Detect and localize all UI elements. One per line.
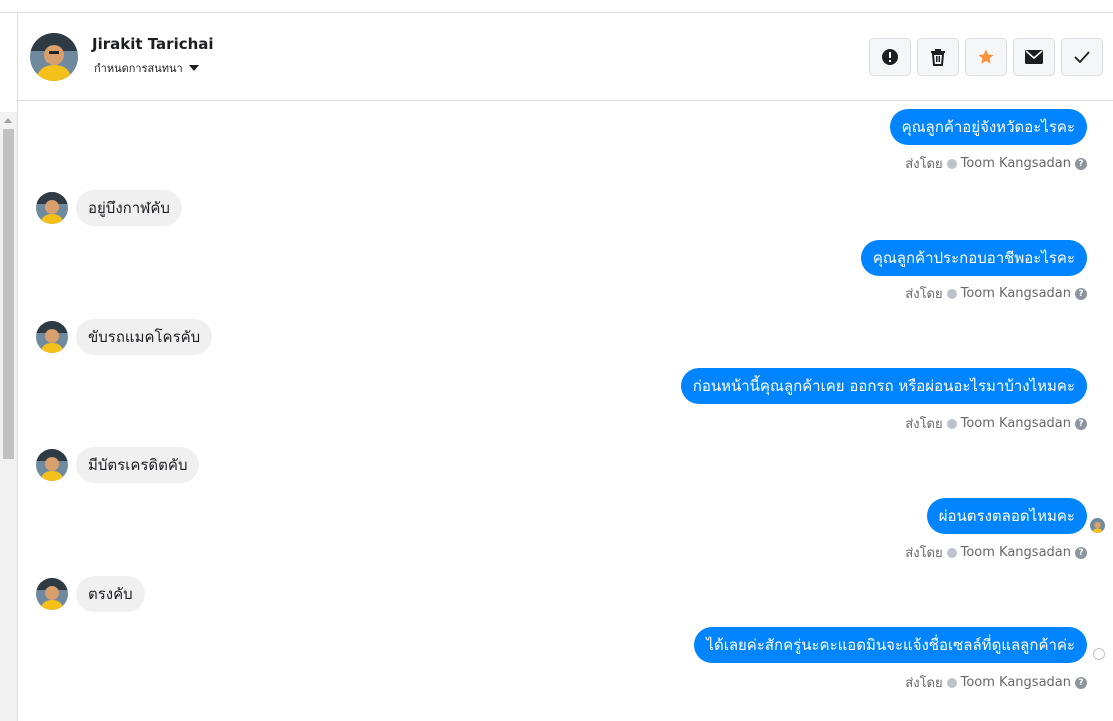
sent-by-meta: ส่งโดย Toom Kangsadan ? (905, 413, 1087, 434)
conversation-panel: Jirakit Tarichai กำหนดการสนทนา คุณลูกค้า… (0, 0, 1113, 721)
verified-icon (946, 418, 957, 429)
done-button[interactable] (1061, 38, 1103, 76)
caret-down-icon (188, 65, 199, 71)
contact-avatar-small (36, 449, 68, 481)
sent-by-meta: ส่งโดย Toom Kangsadan ? (905, 672, 1087, 693)
delete-button[interactable] (917, 38, 959, 76)
contact-avatar[interactable] (30, 33, 78, 81)
help-icon[interactable]: ? (1075, 157, 1087, 170)
sent-by-meta: ส่งโดย Toom Kangsadan ? (905, 542, 1087, 563)
verified-icon (946, 547, 957, 558)
exclamation-circle-icon (882, 49, 898, 65)
agent-name: Toom Kangsadan (960, 156, 1071, 171)
sent-status-icon (1093, 648, 1105, 660)
contact-avatar-small (36, 321, 68, 353)
assign-conversation-dropdown[interactable]: กำหนดการสนทนา (94, 59, 199, 77)
toolbar (869, 38, 1103, 76)
outgoing-message[interactable]: คุณลูกค้าอยู่จังหวัดอะไรคะ (889, 109, 1087, 145)
contact-avatar-small (36, 192, 68, 224)
incoming-message-row: ขับรถแมคโครคับ (36, 319, 213, 355)
sent-by-label: ส่งโดย (905, 676, 943, 691)
agent-name: Toom Kangsadan (960, 286, 1071, 301)
incoming-message-row: อยู่บึงกาฬคับ (36, 190, 182, 226)
scroll-thumb[interactable] (3, 129, 14, 459)
incoming-message-row: มีบัตรเครดิตคับ (36, 447, 200, 483)
agent-name: Toom Kangsadan (960, 416, 1071, 431)
agent-name: Toom Kangsadan (960, 545, 1071, 560)
trash-icon (931, 49, 945, 66)
sent-by-label: ส่งโดย (905, 287, 943, 302)
checkmark-icon (1074, 51, 1090, 63)
verified-icon (946, 677, 957, 688)
agent-name: Toom Kangsadan (960, 675, 1071, 690)
outgoing-message[interactable]: ผ่อนตรงตลอดไหมคะ (926, 498, 1087, 534)
help-icon[interactable]: ? (1075, 546, 1087, 559)
help-icon[interactable]: ? (1075, 676, 1087, 689)
outgoing-message[interactable]: คุณลูกค้าประกอบอาชีพอะไรคะ (860, 240, 1087, 276)
incoming-message[interactable]: มีบัตรเครดิตคับ (76, 447, 200, 483)
verified-icon (946, 158, 957, 169)
message-list: คุณลูกค้าอยู่จังหวัดอะไรคะ ส่งโดย Toom K… (18, 102, 1113, 721)
scrollbar[interactable] (0, 112, 17, 721)
sent-by-label: ส่งโดย (905, 546, 943, 561)
sent-by-meta: ส่งโดย Toom Kangsadan ? (905, 153, 1087, 174)
incoming-message[interactable]: อยู่บึงกาฬคับ (76, 190, 182, 226)
incoming-message[interactable]: ขับรถแมคโครคับ (76, 319, 213, 355)
sent-by-label: ส่งโดย (905, 157, 943, 172)
incoming-message[interactable]: ตรงคับ (76, 576, 145, 612)
incoming-message-row: ตรงคับ (36, 576, 145, 612)
outgoing-message[interactable]: ได้เลยค่ะสักครู่นะคะแอดมินจะแจ้งชื่อเซลล… (694, 627, 1087, 663)
help-icon[interactable]: ? (1075, 287, 1087, 300)
sent-by-meta: ส่งโดย Toom Kangsadan ? (905, 283, 1087, 304)
star-icon (978, 49, 994, 64)
report-button[interactable] (869, 38, 911, 76)
sent-by-label: ส่งโดย (905, 417, 943, 432)
contact-avatar-small (36, 578, 68, 610)
outgoing-message[interactable]: ก่อนหน้านี้คุณลูกค้าเคย ออกรถ หรือผ่อนอะ… (680, 368, 1087, 404)
assign-label: กำหนดการสนทนา (94, 62, 183, 75)
mark-unread-button[interactable] (1013, 38, 1055, 76)
envelope-icon (1025, 50, 1043, 64)
verified-icon (946, 288, 957, 299)
seen-avatar (1090, 518, 1105, 533)
conversation-header: Jirakit Tarichai กำหนดการสนทนา (18, 13, 1113, 101)
contact-name[interactable]: Jirakit Tarichai (92, 35, 214, 53)
help-icon[interactable]: ? (1075, 417, 1087, 430)
star-button[interactable] (965, 38, 1007, 76)
scroll-up-arrow-icon[interactable] (4, 118, 12, 123)
